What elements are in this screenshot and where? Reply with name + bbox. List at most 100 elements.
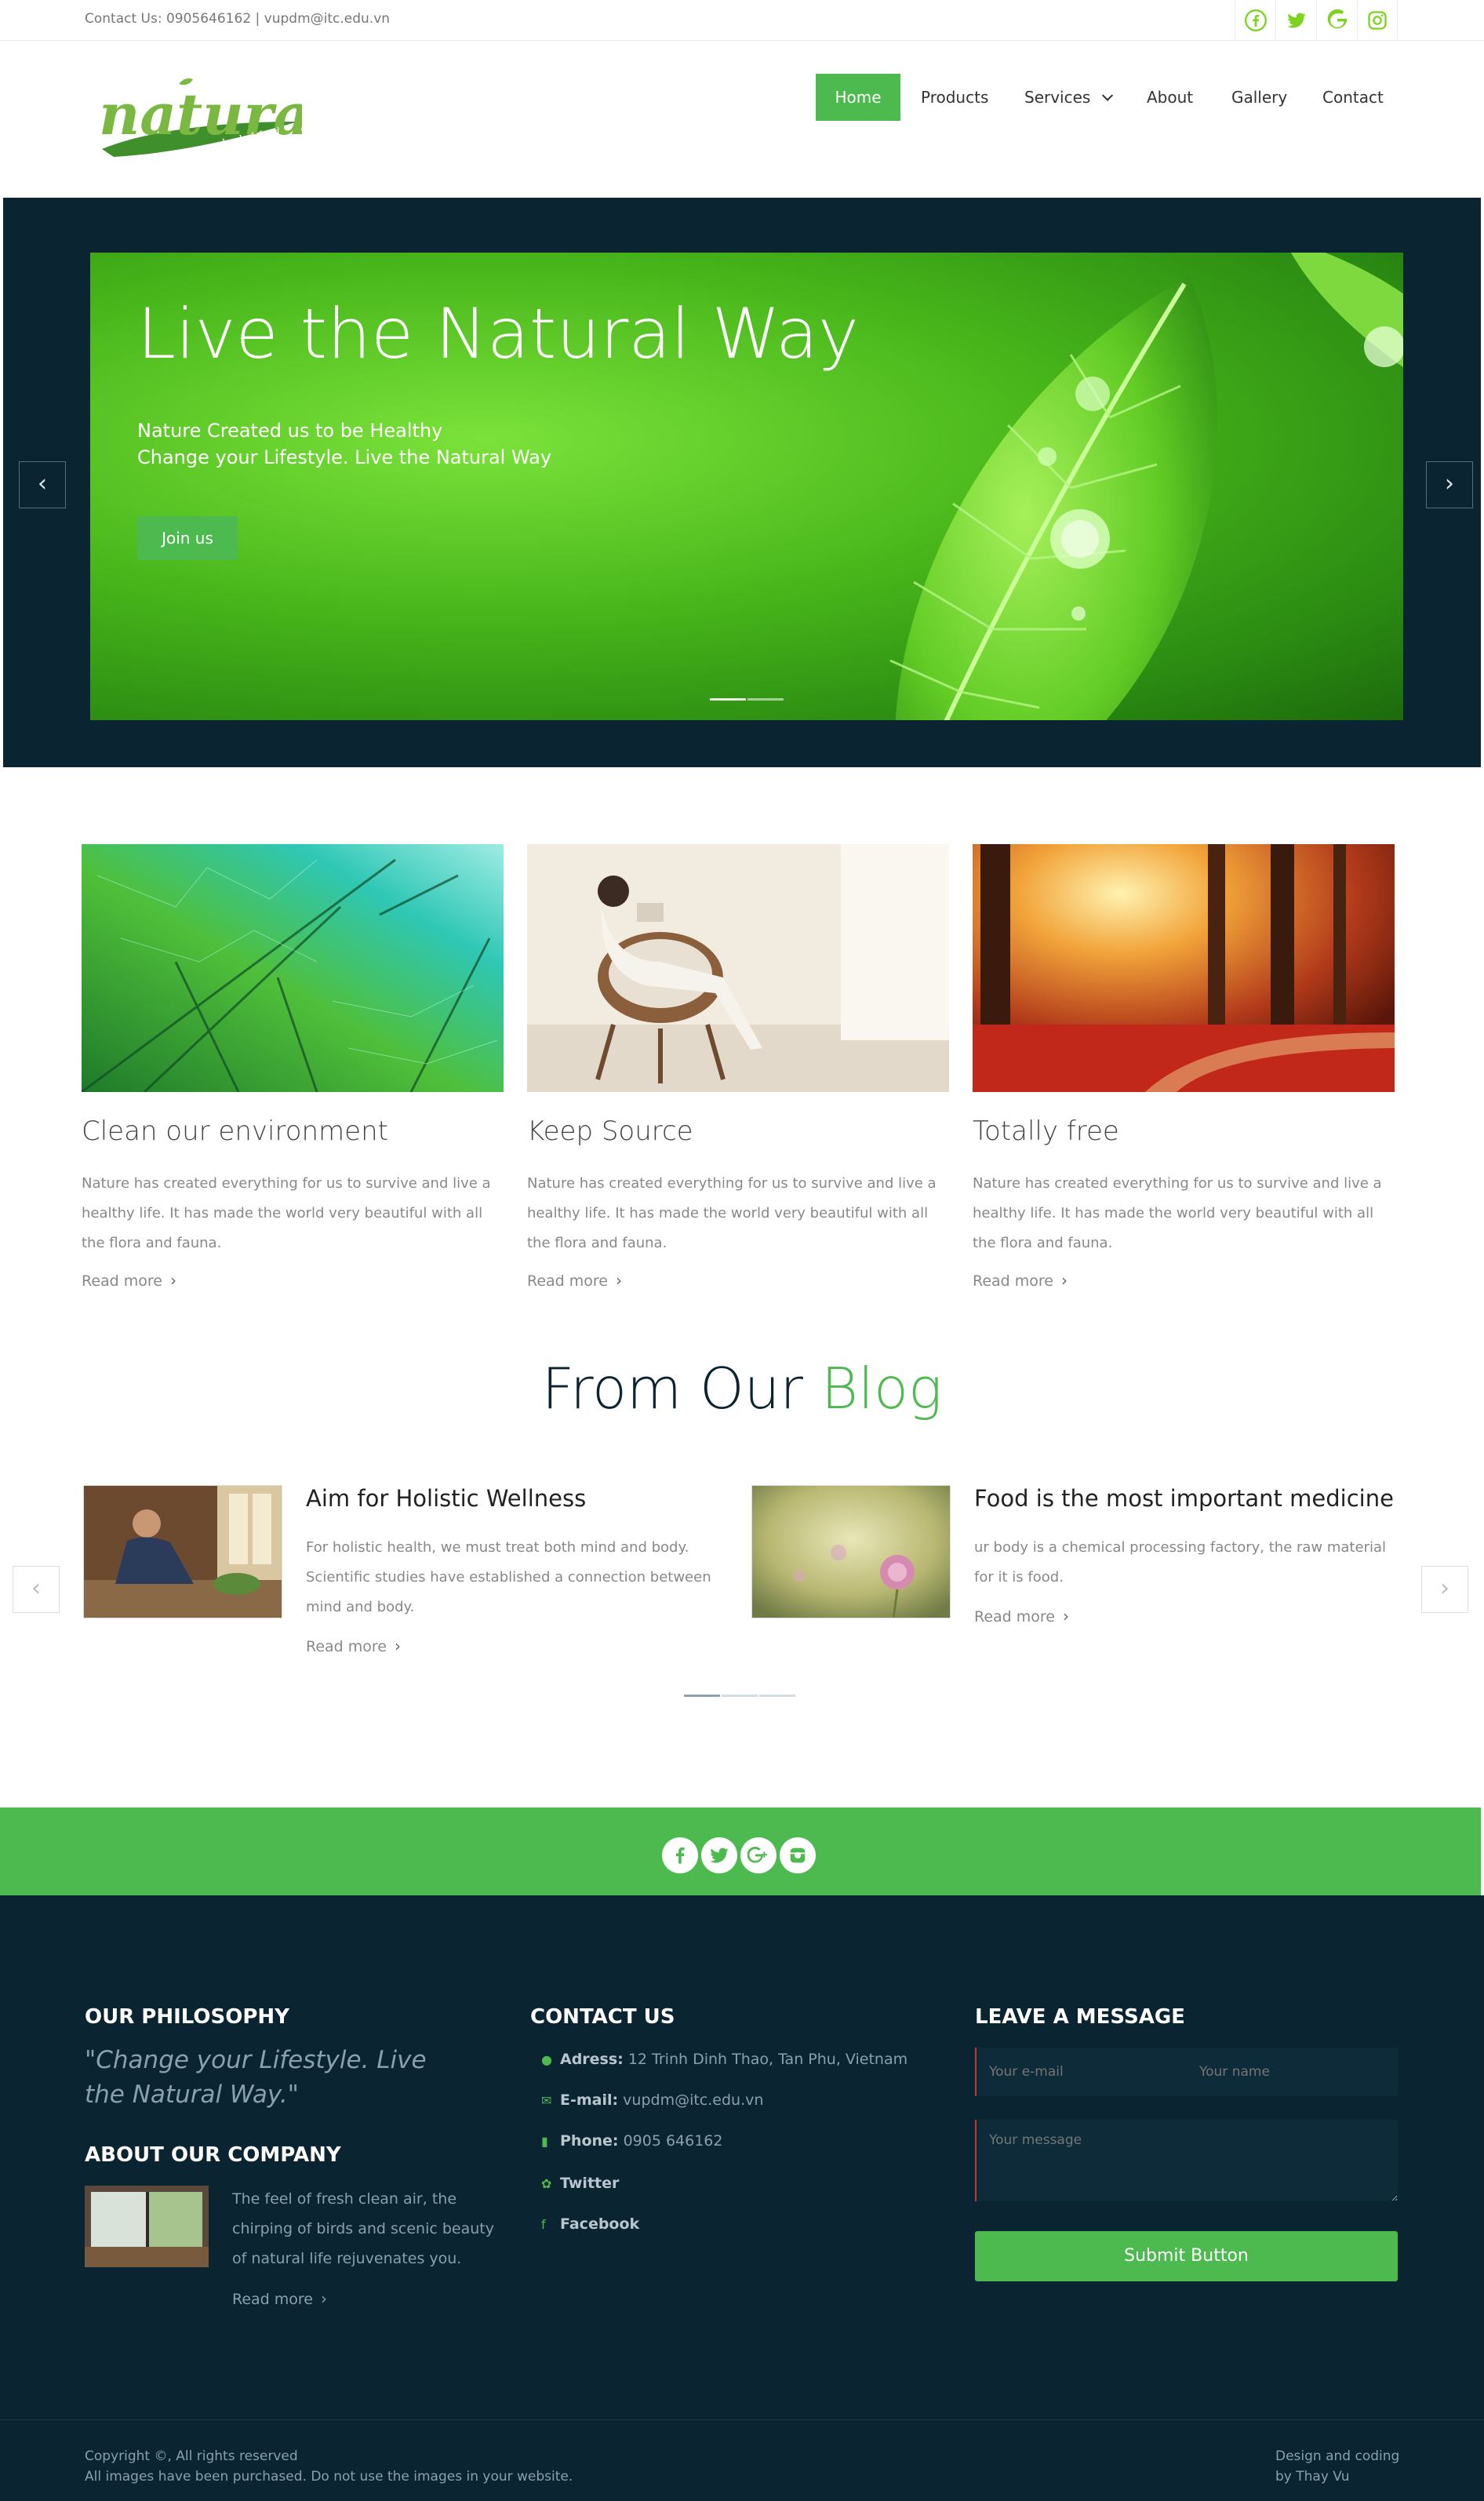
feature-title: Totally free: [973, 1116, 1119, 1147]
contact-facebook[interactable]: f Facebook: [541, 2215, 639, 2233]
nav-services-label: Services: [1024, 88, 1091, 107]
feature-title: Clean our environment: [82, 1116, 388, 1147]
name-field[interactable]: [1187, 2048, 1398, 2096]
chevron-down-icon: [1101, 89, 1113, 101]
read-more-label: Read more: [82, 1272, 162, 1290]
slider-next-button[interactable]: ›: [1426, 461, 1473, 508]
contact-email: ✉ E-mail: vupdm@itc.edu.vn: [541, 2091, 763, 2109]
facebook-icon[interactable]: [662, 1837, 698, 1873]
credit-line-1: Design and coding: [1275, 2448, 1400, 2464]
join-us-button[interactable]: Join us: [137, 516, 238, 560]
chevron-right-icon: ›: [1445, 470, 1454, 497]
read-more-label: Read more: [974, 1608, 1055, 1625]
contact-address: ● Adress: 12 Trinh Dinh Thao, Tan Phu, Vi…: [541, 2051, 907, 2068]
leaf-image: [889, 253, 1403, 720]
chevron-left-icon: ‹: [38, 470, 47, 497]
message-field[interactable]: [975, 2120, 1398, 2201]
copyright-line-2: All images have been purchased. Do not u…: [85, 2469, 573, 2485]
phone-icon: ▮: [541, 2134, 548, 2149]
slider-prev-button[interactable]: ‹: [19, 461, 66, 508]
about-heading: ABOUT OUR COMPANY: [85, 2143, 341, 2167]
google-plus-icon[interactable]: [740, 1837, 777, 1873]
twitter-label: Twitter: [560, 2175, 620, 2192]
blog-post-text: ur body is a chemical processing factory…: [974, 1539, 1387, 1585]
chevron-right-icon: ›: [616, 1271, 622, 1290]
hero-subtitle: Nature Created us to be Healthy Change y…: [137, 417, 551, 471]
feature-image-reading: [527, 844, 949, 1092]
instagram-icon[interactable]: [1357, 0, 1398, 41]
slider-dots: [710, 689, 785, 704]
philosophy-heading: OUR PHILOSOPHY: [85, 2005, 289, 2029]
read-more-link[interactable]: Read more ›: [306, 1636, 401, 1655]
slider-dot[interactable]: [759, 1695, 795, 1697]
slider-dot[interactable]: [747, 698, 784, 701]
about-text: The feel of fresh clean air, the chirpin…: [232, 2190, 494, 2267]
feature-text: Nature has created everything for us to …: [527, 1175, 937, 1251]
twitter-icon: ✿: [541, 2176, 552, 2191]
facebook-icon[interactable]: [1235, 0, 1275, 41]
nav-about[interactable]: About: [1126, 74, 1213, 121]
read-more-link[interactable]: Read more ›: [974, 1607, 1069, 1625]
map-pin-icon: ●: [541, 2052, 552, 2067]
credit: Design and coding by Thay Vu: [1275, 2446, 1399, 2487]
read-more-label: Read more: [232, 2291, 313, 2308]
nav-gallery[interactable]: Gallery: [1211, 74, 1308, 121]
contact-phone: ▮ Phone: 0905 646162: [541, 2132, 723, 2150]
email-value[interactable]: vupdm@itc.edu.vn: [623, 2091, 763, 2109]
chevron-right-icon: ›: [1440, 1575, 1449, 1602]
contact-twitter[interactable]: ✿ Twitter: [541, 2175, 619, 2192]
copyright: Copyright ©, All rights reserved All ima…: [85, 2446, 573, 2487]
feature-text: Nature has created everything for us to …: [82, 1175, 491, 1251]
submit-button[interactable]: Submit Button: [975, 2231, 1398, 2281]
slider-dot[interactable]: [684, 1695, 720, 1697]
blog-image-flower[interactable]: [751, 1485, 951, 1618]
chevron-right-icon: ›: [395, 1636, 401, 1655]
nav-products[interactable]: Products: [900, 74, 1009, 121]
hero-title: Live the Natural Way: [137, 293, 860, 374]
read-more-link[interactable]: Read more ›: [973, 1271, 1068, 1290]
hero-line-2: Change your Lifestyle. Live the Natural …: [137, 446, 552, 468]
email-field[interactable]: [975, 2048, 1187, 2096]
google-icon[interactable]: [1316, 0, 1357, 41]
nav-contact[interactable]: Contact: [1302, 74, 1404, 121]
read-more-label: Read more: [973, 1272, 1053, 1290]
feature-title: Keep Source: [527, 1116, 693, 1147]
read-more-link[interactable]: Read more ›: [527, 1271, 622, 1290]
top-bar: Contact Us: 0905646162 | vupdm@itc.edu.v…: [0, 0, 1484, 41]
slider-dot[interactable]: [710, 698, 746, 701]
read-more-link[interactable]: Read more ›: [232, 2289, 327, 2308]
copyright-line-1: Copyright ©, All rights reserved: [85, 2448, 298, 2464]
credit-line-2: by Thay Vu: [1275, 2469, 1350, 2485]
phone-value: 0905 646162: [623, 2132, 723, 2150]
instagram-icon[interactable]: [780, 1837, 816, 1873]
twitter-icon[interactable]: [701, 1837, 737, 1873]
blog-post-title[interactable]: Food is the most important medicine: [974, 1485, 1394, 1512]
blog-slider-dots: [684, 1685, 797, 1700]
blog-heading-accent: Blog: [820, 1356, 943, 1422]
contact-info: Contact Us: 0905646162 | vupdm@itc.edu.v…: [85, 11, 391, 27]
contact-heading: CONTACT US: [530, 2005, 675, 2029]
facebook-label: Facebook: [560, 2215, 640, 2233]
about-image: [85, 2186, 209, 2267]
chevron-right-icon: ›: [170, 1271, 176, 1290]
chevron-right-icon: ›: [321, 2289, 327, 2308]
address-label: Adress:: [560, 2051, 624, 2068]
read-more-label: Read more: [527, 1272, 608, 1290]
blog-next-button[interactable]: ›: [1421, 1566, 1468, 1613]
nav-home[interactable]: Home: [816, 74, 900, 121]
footer-divider: [0, 2419, 1484, 2420]
blog-post-text: For holistic health, we must treat both …: [306, 1539, 711, 1615]
nav-services[interactable]: Services: [1004, 74, 1113, 121]
blog-prev-button[interactable]: ‹: [13, 1566, 60, 1613]
slider-dot[interactable]: [722, 1695, 758, 1697]
blog-image-man[interactable]: [83, 1485, 282, 1618]
twitter-icon[interactable]: [1275, 0, 1316, 41]
read-more-link[interactable]: Read more ›: [82, 1271, 176, 1290]
blog-post-title[interactable]: Aim for Holistic Wellness: [306, 1485, 586, 1512]
chevron-right-icon: ›: [1063, 1607, 1069, 1625]
facebook-icon: f: [541, 2217, 546, 2232]
philosophy-quote: "Change your Lifestyle. Live the Natural…: [85, 2046, 427, 2109]
blog-heading: From Our Blog: [0, 1356, 1484, 1422]
email-label: E-mail:: [560, 2091, 619, 2109]
logo[interactable]: natural herbal food: [94, 75, 332, 165]
